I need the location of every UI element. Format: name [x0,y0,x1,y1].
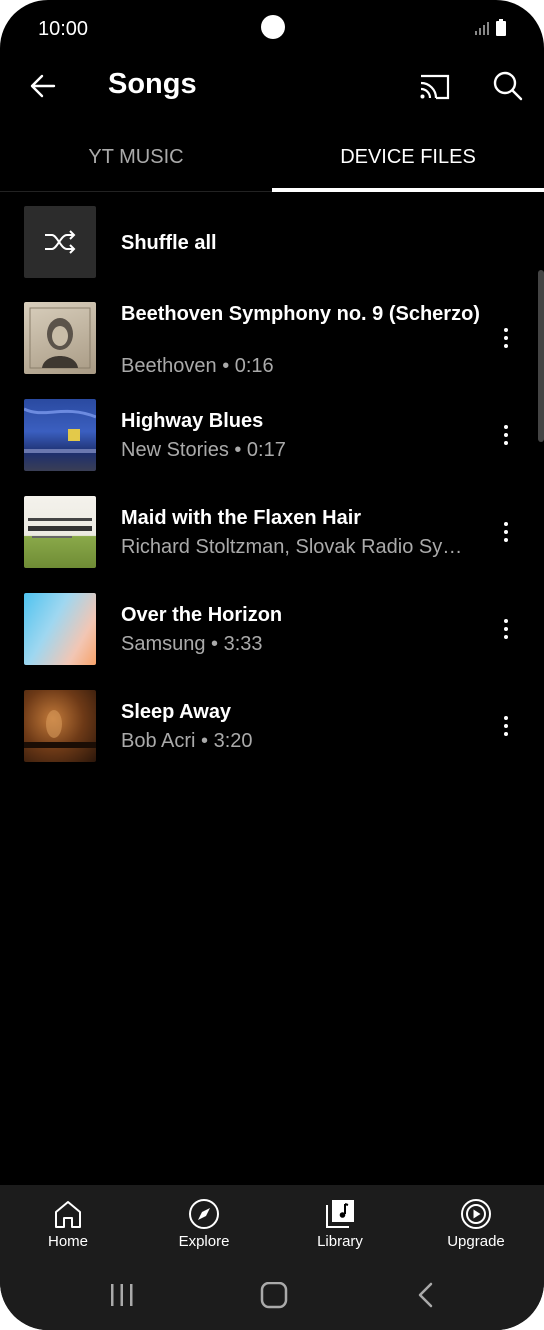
album-art-thumbnail [24,496,96,568]
compass-icon [189,1199,219,1229]
highway-art [24,407,96,453]
bottom-navigation: Home Explore Library Upgrade [0,1185,544,1270]
song-title: Over the Horizon [121,604,283,626]
album-art-thumbnail [24,399,96,471]
home-icon [55,1201,81,1228]
more-options-button[interactable] [496,615,516,643]
tab-bar: YT MUSIC DEVICE FILES [0,124,544,192]
back-system-button[interactable] [406,1282,446,1310]
nav-home[interactable]: Home [0,1185,136,1270]
more-options-button[interactable] [496,712,516,740]
home-square-icon [260,1281,288,1309]
search-button[interactable] [488,66,528,106]
song-subtitle: Beethoven • 0:16 [121,355,274,377]
cast-icon [420,74,450,100]
more-options-button[interactable] [496,421,516,449]
nav-upgrade-label: Upgrade [447,1233,505,1250]
nav-home-label: Home [47,1233,88,1250]
song-title: Beethoven Symphony no. 9 (Scherzo) [121,303,480,325]
song-row[interactable]: Beethoven Symphony no. 9 (Scherzo) Beeth… [0,302,544,394]
page-title: Songs [108,68,197,100]
tab-device-files[interactable]: DEVICE FILES [272,124,544,192]
song-row[interactable]: Maid with the Flaxen Hair Richard Stoltz… [0,496,544,588]
shuffle-all-label: Shuffle all [121,232,217,254]
song-subtitle: Bob Acri • 3:20 [121,730,253,752]
song-subtitle: Richard Stoltzman, Slovak Radio Symphony… [121,536,471,558]
chevron-left-icon [418,1282,433,1308]
signal-icon [475,22,489,35]
arrow-left-icon [30,74,56,98]
album-art-thumbnail [24,302,96,374]
album-art-thumbnail [24,690,96,762]
shuffle-icon [45,230,76,254]
nav-library[interactable]: Library [272,1185,408,1270]
status-bar: 10:00 [0,0,544,60]
battery-icon [496,19,506,36]
nav-explore[interactable]: Explore [136,1185,272,1270]
search-icon [493,71,523,101]
song-row[interactable]: Over the Horizon Samsung • 3:33 [0,593,544,685]
recent-apps-icon [111,1284,133,1306]
album-art-thumbnail [24,593,96,665]
back-button[interactable] [24,66,64,106]
stoltzman-art [28,518,92,538]
more-options-button[interactable] [496,518,516,546]
app-bar: Songs [0,56,544,116]
nav-library-label: Library [317,1233,363,1250]
song-subtitle: Samsung • 3:33 [121,633,263,655]
portrait-art [29,307,91,369]
shuffle-thumbnail [24,206,96,278]
shuffle-all-row[interactable]: Shuffle all [0,206,544,298]
song-subtitle: New Stories • 0:17 [121,439,286,461]
home-system-button[interactable] [254,1281,294,1310]
active-tab-indicator [272,188,544,192]
status-time: 10:00 [38,18,89,40]
song-title: Maid with the Flaxen Hair [121,507,362,529]
cast-button[interactable] [414,66,454,106]
song-title: Sleep Away [121,701,232,723]
song-title: Highway Blues [121,410,264,432]
system-navigation-bar [0,1270,544,1330]
more-options-button[interactable] [496,324,516,352]
recent-apps-button[interactable] [102,1282,142,1310]
play-circle-icon [461,1199,491,1229]
status-icons [474,19,506,36]
piano-art [24,710,96,748]
song-row[interactable]: Highway Blues New Stories • 0:17 [0,399,544,491]
front-camera [261,15,285,39]
nav-explore-label: Explore [178,1233,230,1250]
phone-screen: 10:00 Songs YT MUSIC DEVICE FILES Shuffl… [0,0,544,1330]
nav-upgrade[interactable]: Upgrade [408,1185,544,1270]
tab-yt-music[interactable]: YT MUSIC [0,124,272,192]
scrollbar-thumb[interactable] [538,270,544,442]
library-icon [326,1200,354,1228]
song-row[interactable]: Sleep Away Bob Acri • 3:20 [0,690,544,782]
